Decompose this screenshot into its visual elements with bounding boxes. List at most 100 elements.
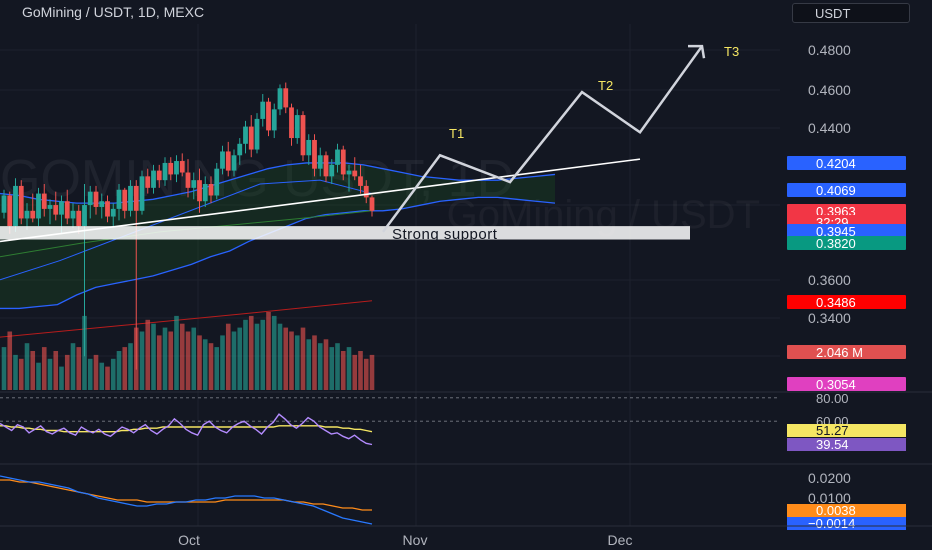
price-badge-label-8: 0.3054 xyxy=(816,377,856,392)
symbol-title[interactable]: GoMining / USDT, 1D, MEXC xyxy=(22,4,204,20)
chart-canvas: GOMINING USDT, 1D GoMining / USDT Strong… xyxy=(0,24,932,548)
time-tick-nov: Nov xyxy=(403,532,428,548)
candle-body-25 xyxy=(145,176,151,188)
volume-bar-10 xyxy=(59,366,64,390)
volume-bar-11 xyxy=(64,354,70,390)
candle-body-23 xyxy=(133,185,139,211)
volume-bar-25 xyxy=(145,319,151,390)
candle-body-48 xyxy=(277,88,283,110)
candle-body-10 xyxy=(59,201,64,215)
volume-bar-42 xyxy=(243,319,248,390)
volume-bar-40 xyxy=(231,331,237,390)
candle-body-7 xyxy=(41,193,47,209)
price-tick-4: 0.3400 xyxy=(808,310,851,326)
price-badge-label-5: 0.3820 xyxy=(816,236,856,251)
candle-body-24 xyxy=(139,176,145,211)
volume-bar-43 xyxy=(248,315,254,390)
candle-body-21 xyxy=(122,189,128,211)
price-tick-2: 0.4400 xyxy=(808,120,851,136)
candle-body-39 xyxy=(225,151,231,171)
candle-body-14 xyxy=(82,205,87,227)
volume-bar-54 xyxy=(312,335,317,390)
candle-body-42 xyxy=(243,126,248,144)
candle-body-33 xyxy=(191,180,197,188)
candle-body-20 xyxy=(116,189,122,209)
volume-bar-49 xyxy=(283,327,289,390)
candle-body-11 xyxy=(64,201,70,219)
volume-bar-34 xyxy=(197,335,202,390)
candle-body-31 xyxy=(179,161,185,173)
candle-body-38 xyxy=(220,151,225,169)
time-tick-oct: Oct xyxy=(178,532,200,548)
volume-bar-31 xyxy=(179,323,185,390)
rsi-line xyxy=(0,413,373,446)
candle-body-6 xyxy=(36,193,41,219)
volume-bar-60 xyxy=(346,347,352,390)
candle-body-52 xyxy=(300,115,306,156)
volume-bar-29 xyxy=(168,331,174,390)
price-tick-1: 0.4600 xyxy=(808,82,851,98)
volume-bar-38 xyxy=(220,335,225,390)
candle-body-64 xyxy=(369,197,375,211)
volume-bar-8 xyxy=(47,358,53,390)
volume-bar-41 xyxy=(237,327,243,390)
candle-body-40 xyxy=(231,155,237,171)
volume-bar-46 xyxy=(266,312,271,390)
candle-body-54 xyxy=(312,139,317,169)
price-badge-label-0: 0.4204 xyxy=(816,156,856,171)
candle-body-4 xyxy=(24,210,30,219)
volume-bar-50 xyxy=(289,331,294,390)
price-tick-3: 0.3600 xyxy=(808,272,851,288)
price-axis: 0.4800 0.4600 0.4400 0.3600 0.3400 0.4204 0.40… xyxy=(787,42,906,531)
volume-bar-4 xyxy=(24,343,30,390)
price-badge-label-6: 0.3486 xyxy=(816,295,856,310)
volume-bar-16 xyxy=(93,354,99,390)
candle-body-62 xyxy=(358,176,363,186)
candle-body-50 xyxy=(289,107,294,139)
candle-body-60 xyxy=(346,170,352,175)
volume-bar-19 xyxy=(110,358,116,390)
volume-bar-63 xyxy=(363,358,369,390)
candle-body-44 xyxy=(254,118,260,150)
volume-bar-5 xyxy=(30,351,36,390)
candle-body-16 xyxy=(93,191,99,207)
volume-bar-15 xyxy=(87,358,93,390)
rsi-tick-0: 80.00 xyxy=(816,391,849,406)
candle-body-18 xyxy=(105,201,110,217)
candle-body-30 xyxy=(174,161,179,175)
volume-bar-9 xyxy=(53,351,59,390)
candle-body-9 xyxy=(53,205,59,215)
volume-bar-27 xyxy=(156,335,162,390)
volume-bar-52 xyxy=(300,327,306,390)
candle-body-59 xyxy=(340,149,346,175)
price-badge-label-1: 0.4069 xyxy=(816,183,856,198)
candle-body-46 xyxy=(266,101,271,131)
volume-bar-47 xyxy=(271,315,277,390)
candle-body-1 xyxy=(7,195,13,227)
volume-bar-33 xyxy=(191,327,197,390)
volume-bar-17 xyxy=(99,362,105,390)
currency-button[interactable]: USDT xyxy=(792,3,910,23)
support-zone xyxy=(0,226,690,240)
candle-body-29 xyxy=(168,162,174,175)
volume-bar-51 xyxy=(294,335,300,390)
candle-body-43 xyxy=(248,126,254,150)
candle-body-15 xyxy=(87,191,93,206)
candle-body-2 xyxy=(13,185,18,227)
candle-body-22 xyxy=(128,185,133,211)
volume-bar-30 xyxy=(174,315,179,390)
candle-body-0 xyxy=(1,195,7,213)
volume-bar-18 xyxy=(105,366,110,390)
volume-bar-62 xyxy=(358,351,363,390)
candle-body-35 xyxy=(202,184,208,202)
target-label-t1: T1 xyxy=(449,126,464,141)
candle-body-13 xyxy=(76,210,82,227)
candle-body-5 xyxy=(30,210,36,219)
volume-bar-22 xyxy=(128,343,133,390)
volume-bar-12 xyxy=(70,343,76,390)
candle-body-56 xyxy=(323,155,329,177)
volume-bar-44 xyxy=(254,323,260,390)
volume-bar-7 xyxy=(41,347,47,390)
macd-tick-0: 0.0200 xyxy=(808,470,851,486)
volume-bar-64 xyxy=(369,354,375,390)
